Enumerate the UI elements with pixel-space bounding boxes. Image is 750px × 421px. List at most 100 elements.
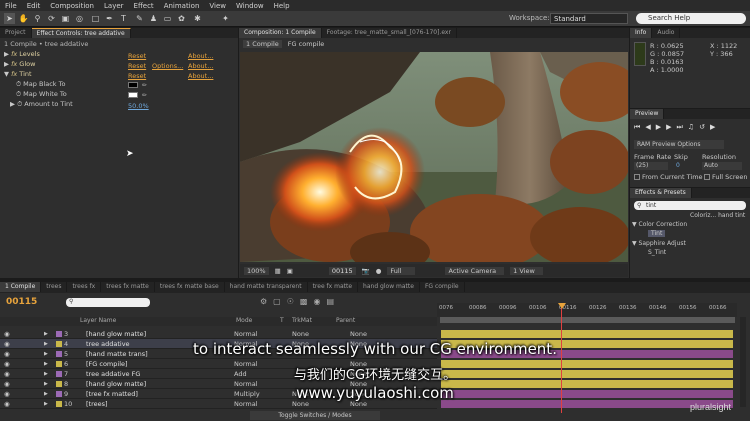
amount-value[interactable]: 50.0%: [128, 102, 149, 110]
full-screen-checkbox[interactable]: [704, 174, 710, 180]
timeline-tab-hand-matte-transparent[interactable]: hand matte transparent: [225, 282, 308, 292]
tint-about-link[interactable]: About...: [188, 72, 213, 80]
work-area-bar[interactable]: [440, 317, 735, 323]
layer-mode-select[interactable]: Normal: [234, 329, 258, 339]
tab-effects-presets[interactable]: Effects & Presets: [630, 188, 692, 198]
puppet-tool-icon[interactable]: ✱: [192, 13, 203, 24]
col-parent[interactable]: Parent: [336, 317, 355, 324]
rotate-tool-icon[interactable]: ⟳: [46, 13, 57, 24]
group-sapphire-adjust[interactable]: ▼ Sapphire Adjust: [632, 240, 686, 247]
hand-tool-icon[interactable]: ✋: [18, 13, 29, 24]
fx-icon[interactable]: fx: [11, 70, 17, 78]
skip-value[interactable]: 0: [676, 162, 680, 169]
selection-tool-icon[interactable]: ➤: [4, 13, 15, 24]
resolution-select[interactable]: Full: [387, 266, 416, 275]
effect-item-colorize[interactable]: Coloriz... hand tint: [690, 212, 745, 219]
play-icon[interactable]: ▶: [656, 123, 661, 132]
menu-file[interactable]: File: [0, 2, 22, 10]
fx-icon[interactable]: fx: [11, 50, 17, 58]
timeline-tab-1-compile[interactable]: 1 Compile: [0, 282, 42, 292]
stopwatch-icon[interactable]: ⏱: [16, 90, 21, 98]
snap-icon[interactable]: ✦: [220, 13, 231, 24]
layer-parent-select[interactable]: None: [350, 329, 367, 339]
clone-tool-icon[interactable]: ♟: [148, 13, 159, 24]
stopwatch-icon[interactable]: ⏱: [16, 80, 21, 88]
layer-duration-bar[interactable]: [441, 330, 733, 338]
layer-name[interactable]: [hand glow matte]: [86, 329, 146, 339]
audio-icon[interactable]: ♫: [688, 123, 694, 132]
label-color-swatch[interactable]: [56, 331, 62, 337]
motion-blur-icon[interactable]: ◉: [313, 297, 320, 306]
toggle-switches-modes-button[interactable]: Toggle Switches / Modes: [250, 411, 380, 420]
layer-row[interactable]: ◉ ▶ 3 [hand glow matte] Normal None None: [0, 329, 437, 339]
menu-composition[interactable]: Composition: [45, 2, 99, 10]
timeline-timecode[interactable]: 00115: [6, 297, 37, 307]
effects-search-input[interactable]: tint: [634, 201, 746, 210]
grid-icon[interactable]: ▦: [275, 267, 281, 275]
playhead-handle-icon[interactable]: [558, 303, 566, 309]
tab-project[interactable]: Project: [0, 28, 32, 38]
pen-tool-icon[interactable]: ✒: [104, 13, 115, 24]
roto-brush-tool-icon[interactable]: ✿: [176, 13, 187, 24]
menu-animation[interactable]: Animation: [159, 2, 205, 10]
region-icon[interactable]: ▣: [287, 267, 293, 275]
eyedropper-icon[interactable]: ✏: [142, 82, 147, 89]
graph-editor-icon[interactable]: ▤: [326, 297, 334, 306]
loop-icon[interactable]: ↺: [699, 123, 705, 132]
frame-rate-select[interactable]: (25): [634, 162, 668, 170]
menu-layer[interactable]: Layer: [99, 2, 129, 10]
timeline-tab-tree-fx-matte[interactable]: tree fx matte: [308, 282, 359, 292]
shy-icon[interactable]: ☉: [287, 297, 294, 306]
disclosure-triangle-open-icon[interactable]: ▼: [4, 70, 9, 78]
tab-audio[interactable]: Audio: [652, 28, 681, 38]
comp-crumb-fg-compile[interactable]: FG compile: [288, 40, 324, 48]
last-frame-icon[interactable]: ⏭: [676, 123, 682, 132]
prev-frame-icon[interactable]: ◀: [645, 123, 650, 132]
zoom-tool-icon[interactable]: ⚲: [32, 13, 43, 24]
comp-crumb-1-compile[interactable]: 1 Compile: [243, 40, 282, 48]
disclosure-triangle-icon[interactable]: ▶: [10, 100, 15, 108]
glow-about-link[interactable]: About...: [188, 62, 213, 70]
first-frame-icon[interactable]: ⏮: [634, 123, 640, 132]
composition-mini-flowchart-icon[interactable]: ⚙: [260, 297, 267, 306]
col-trkmat[interactable]: TrkMat: [292, 317, 312, 324]
timeline-tab-trees-fx[interactable]: trees fx: [67, 282, 102, 292]
effect-tint-row[interactable]: ▼ fx Tint: [4, 70, 32, 79]
col-layer-name[interactable]: Layer Name: [80, 317, 116, 324]
composition-viewer[interactable]: [240, 52, 628, 262]
snapshot-icon[interactable]: 📷: [362, 267, 370, 275]
menu-view[interactable]: View: [204, 2, 231, 10]
menu-edit[interactable]: Edit: [22, 2, 46, 10]
tint-reset-link[interactable]: Reset: [128, 72, 146, 80]
timecode-display[interactable]: 00115: [328, 266, 356, 275]
eyedropper-icon[interactable]: ✏: [142, 92, 147, 99]
disclosure-triangle-icon[interactable]: ▶: [4, 50, 9, 58]
time-ruler[interactable]: 0076 00086 00096 00106 00116 00126 00136 00146 0…: [437, 303, 737, 317]
zoom-select[interactable]: 100%: [244, 266, 269, 275]
next-frame-icon[interactable]: ▶: [666, 123, 671, 132]
glow-options-link[interactable]: Options...: [152, 62, 183, 70]
timeline-tab-trees-fx-matte-base[interactable]: trees fx matte base: [155, 282, 225, 292]
menu-effect[interactable]: Effect: [129, 2, 159, 10]
tab-preview[interactable]: Preview: [630, 109, 665, 119]
eraser-tool-icon[interactable]: ▭: [162, 13, 173, 24]
menu-help[interactable]: Help: [269, 2, 295, 10]
effect-glow-row[interactable]: ▶ fx Glow: [4, 60, 35, 69]
from-current-checkbox[interactable]: [634, 174, 640, 180]
map-white-swatch[interactable]: [128, 92, 138, 98]
visibility-eye-icon[interactable]: ◉: [4, 329, 10, 339]
camera-tool-icon[interactable]: ▣: [60, 13, 71, 24]
tab-effect-controls[interactable]: Effect Controls: tree addative: [31, 28, 131, 38]
col-t[interactable]: T: [280, 317, 284, 324]
camera-select[interactable]: Active Camera: [445, 266, 505, 275]
draft-3d-icon[interactable]: ▢: [273, 297, 281, 306]
levels-reset-link[interactable]: Reset: [128, 52, 146, 60]
frame-blending-icon[interactable]: ▩: [300, 297, 308, 306]
brush-tool-icon[interactable]: ✎: [134, 13, 145, 24]
glow-reset-link[interactable]: Reset: [128, 62, 146, 70]
effect-item-s-tint[interactable]: S_Tint: [648, 249, 666, 256]
mask-tool-icon[interactable]: □: [90, 13, 101, 24]
ram-preview-icon[interactable]: ▶: [710, 123, 715, 132]
tab-composition[interactable]: Composition: 1 Compile: [239, 28, 322, 38]
timeline-tab-trees-fx-matte[interactable]: trees fx matte: [101, 282, 155, 292]
